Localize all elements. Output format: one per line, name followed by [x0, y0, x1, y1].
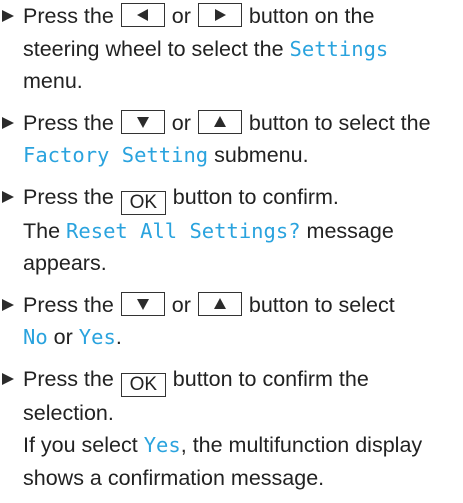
- display-term: Yes: [78, 325, 116, 349]
- left-triangle-icon: [136, 9, 148, 21]
- down-triangle-icon: [136, 116, 149, 128]
- step-2-line-1: Press the or button to select the: [23, 107, 463, 140]
- down-arrow-key-icon: [120, 109, 165, 134]
- ok-key: OK: [120, 190, 166, 215]
- up-arrow-key-icon: [197, 291, 242, 316]
- step-4-line-2: No or Yes.: [23, 321, 463, 354]
- step-text: or: [53, 325, 73, 349]
- bullet-triangle-icon: [2, 190, 14, 203]
- display-term: Factory Setting: [23, 143, 209, 167]
- step-4: Press the or button to select No or Yes.: [0, 289, 463, 354]
- instruction-steps: Press the or button on the steering whee…: [0, 0, 463, 503]
- step-text: or: [171, 4, 191, 28]
- step-text: The: [23, 218, 61, 243]
- step-text: Press the: [23, 110, 114, 135]
- step-text: If you select: [23, 433, 138, 457]
- step-text: button on the: [248, 4, 375, 28]
- step-4-line-1: Press the or button to select: [23, 289, 463, 322]
- step-text: button to confirm the: [172, 366, 369, 391]
- step-text: button to confirm.: [172, 184, 339, 209]
- step-1-line-1: Press the or button on the: [23, 0, 463, 33]
- step-text: shows a confirmation message.: [23, 465, 325, 490]
- step-3-line-3: appears.: [23, 247, 463, 280]
- step-text: selection.: [23, 400, 114, 425]
- display-term: No: [23, 325, 48, 349]
- step-5: Press the OK button to confirm the selec…: [0, 363, 463, 495]
- down-arrow-key-icon: [120, 291, 165, 316]
- bullet-triangle-icon: [2, 298, 14, 311]
- step-text: .: [115, 325, 122, 349]
- step-text: or: [171, 292, 191, 317]
- step-1-line-3: menu.: [23, 65, 463, 98]
- up-arrow-key-icon: [197, 109, 242, 134]
- bullet-triangle-icon: [2, 116, 14, 129]
- up-triangle-icon: [213, 115, 226, 127]
- bullet-triangle-icon: [2, 372, 14, 385]
- step-5-line-2: selection.: [23, 397, 463, 430]
- step-text: or: [171, 110, 191, 135]
- step-3-line-2: The Reset All Settings? message: [23, 215, 463, 248]
- ok-key: OK: [120, 372, 166, 397]
- step-2-line-2: Factory Setting submenu.: [23, 139, 463, 172]
- down-triangle-icon: [136, 298, 149, 310]
- step-1: Press the or button on the steering whee…: [0, 0, 463, 98]
- step-text: Press the: [23, 184, 114, 209]
- step-text: menu.: [23, 69, 83, 93]
- step-text: message: [306, 218, 394, 243]
- up-triangle-icon: [213, 297, 226, 309]
- step-text: submenu.: [214, 143, 309, 167]
- step-text: steering wheel to select the: [23, 36, 284, 61]
- step-text: button to select: [248, 292, 395, 317]
- step-2: Press the or button to select the Factor…: [0, 107, 463, 172]
- right-triangle-icon: [214, 9, 226, 21]
- step-text: button to select the: [248, 110, 431, 135]
- display-term: Settings: [289, 36, 389, 61]
- right-arrow-key-icon: [197, 3, 242, 27]
- step-5-line-3: If you select Yes, the multifunction dis…: [23, 429, 463, 462]
- step-3: Press the OK button to confirm. The Rese…: [0, 181, 463, 280]
- step-5-line-1: Press the OK button to confirm the: [23, 363, 463, 397]
- left-arrow-key-icon: [120, 3, 165, 27]
- step-text: Press the: [23, 292, 114, 317]
- step-text: , the multifunction display: [180, 433, 423, 457]
- step-text: appears.: [23, 251, 107, 275]
- step-5-line-4: shows a confirmation message.: [23, 462, 463, 495]
- display-term: Yes: [143, 433, 181, 457]
- step-1-line-2: steering wheel to select the Settings: [23, 33, 463, 66]
- bullet-triangle-icon: [2, 10, 14, 22]
- step-text: Press the: [23, 366, 114, 391]
- display-term: Reset All Settings?: [66, 218, 301, 243]
- step-3-line-1: Press the OK button to confirm.: [23, 181, 463, 215]
- step-text: Press the: [23, 4, 114, 28]
